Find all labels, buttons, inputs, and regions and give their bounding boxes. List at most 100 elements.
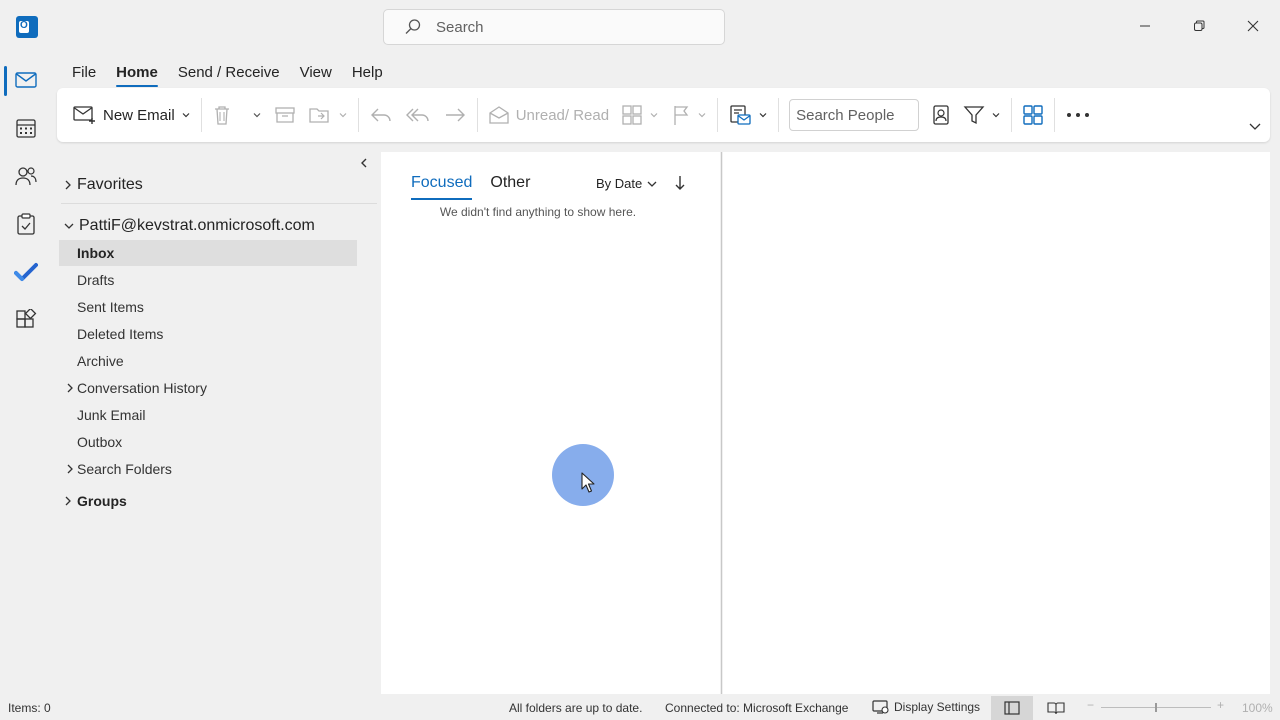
new-email-button[interactable]: New Email xyxy=(67,96,197,134)
restore-icon[interactable] xyxy=(1172,0,1226,52)
minimize-icon[interactable] xyxy=(1118,0,1172,52)
ribbon-expand-chevron[interactable] xyxy=(1248,118,1262,136)
groups-node[interactable]: Groups xyxy=(63,493,127,509)
zoom-out-icon[interactable]: − xyxy=(1087,698,1094,712)
normal-view-button[interactable] xyxy=(991,696,1033,720)
reading-view-button[interactable] xyxy=(1035,696,1077,720)
chevron-down-icon[interactable] xyxy=(338,110,348,120)
sort-by-dropdown[interactable]: By Date xyxy=(596,176,658,191)
reply-button[interactable] xyxy=(363,96,399,134)
tab-view[interactable]: View xyxy=(290,60,342,87)
tab-send-receive[interactable]: Send / Receive xyxy=(168,60,290,87)
tab-help[interactable]: Help xyxy=(342,60,393,87)
rail-people[interactable] xyxy=(0,152,52,200)
close-icon[interactable] xyxy=(1226,0,1280,52)
unread-read-button[interactable]: Unread/ Read xyxy=(482,96,615,134)
chevron-left-icon xyxy=(361,158,367,168)
tab-other[interactable]: Other xyxy=(490,174,530,200)
rail-mail[interactable] xyxy=(0,56,52,104)
get-add-ins-button[interactable] xyxy=(1016,96,1050,134)
chevron-right-icon[interactable] xyxy=(65,463,75,475)
address-book-icon xyxy=(933,105,949,125)
zoom-in-icon[interactable]: + xyxy=(1217,698,1224,712)
display-settings-label: Display Settings xyxy=(894,700,981,714)
add-ins-icon xyxy=(1023,105,1043,125)
filter-email-button[interactable] xyxy=(957,96,1007,134)
rules-button[interactable] xyxy=(722,96,774,134)
delete-icon xyxy=(214,106,229,125)
categorize-icon xyxy=(622,105,642,125)
chevron-down-icon[interactable] xyxy=(697,110,707,120)
ribbon-divider xyxy=(1011,98,1013,132)
display-settings-button[interactable]: Display Settings xyxy=(872,699,980,715)
more-options-button[interactable] xyxy=(1059,96,1097,134)
folder-inbox[interactable]: Inbox xyxy=(59,240,357,266)
search-placeholder: Search xyxy=(436,18,484,36)
zoom-level: 100% xyxy=(1242,701,1273,715)
address-book-button[interactable] xyxy=(925,96,957,134)
arrow-down-icon xyxy=(675,176,685,190)
account-node[interactable]: PattiF@kevstrat.onmicrosoft.com xyxy=(63,217,315,235)
chevron-down-icon[interactable] xyxy=(252,110,262,120)
move-button[interactable] xyxy=(302,96,354,134)
sort-direction-button[interactable] xyxy=(673,174,687,197)
delete-button[interactable] xyxy=(206,96,268,134)
chevron-down-icon xyxy=(647,181,657,187)
apps-icon xyxy=(16,309,37,328)
empty-list-message: We didn't find anything to show here. xyxy=(439,205,637,219)
pane-divider[interactable] xyxy=(721,152,722,694)
status-bar: Items: 0 All folders are up to date. Con… xyxy=(0,696,1280,720)
folder-deleted-items[interactable]: Deleted Items xyxy=(59,321,357,347)
rail-apps[interactable] xyxy=(0,296,52,344)
collapse-pane-button[interactable] xyxy=(359,156,369,174)
reading-view-icon xyxy=(1047,702,1065,715)
folder-junk-email[interactable]: Junk Email xyxy=(59,402,357,428)
chevron-down-icon[interactable] xyxy=(649,110,659,120)
ribbon-divider xyxy=(357,98,359,132)
new-email-label: New Email xyxy=(103,106,175,124)
menu-tabs: File Home Send / Receive View Help xyxy=(62,60,393,87)
forward-button[interactable] xyxy=(437,96,473,134)
favorites-node[interactable]: Favorites xyxy=(63,176,143,194)
reply-all-icon xyxy=(405,108,429,122)
outlook-app-icon xyxy=(16,16,38,38)
chevron-down-icon[interactable] xyxy=(758,110,768,120)
folder-drafts[interactable]: Drafts xyxy=(59,267,357,293)
reply-all-button[interactable] xyxy=(399,96,437,134)
chevron-right-icon[interactable] xyxy=(65,382,75,394)
ribbon-toolbar: New Email Unread/ Read Search People xyxy=(57,88,1270,142)
rail-todo[interactable] xyxy=(0,248,52,296)
tab-file[interactable]: File xyxy=(62,60,106,87)
chevron-right-icon xyxy=(65,180,71,190)
more-icon xyxy=(1067,113,1090,117)
follow-up-button[interactable] xyxy=(665,96,713,134)
folder-outbox[interactable]: Outbox xyxy=(59,429,357,455)
folder-sent-items[interactable]: Sent Items xyxy=(59,294,357,320)
global-search-box[interactable]: Search xyxy=(383,9,725,45)
ribbon-divider xyxy=(476,98,478,132)
zoom-slider-thumb[interactable] xyxy=(1155,703,1157,712)
folder-search-folders[interactable]: Search Folders xyxy=(59,456,357,482)
archive-button[interactable] xyxy=(268,96,302,134)
calendar-icon xyxy=(16,119,36,138)
tab-home[interactable]: Home xyxy=(106,60,168,87)
folder-archive[interactable]: Archive xyxy=(59,348,357,374)
todo-check-icon xyxy=(14,263,38,281)
tasks-icon xyxy=(17,213,35,235)
forward-icon xyxy=(445,108,465,122)
account-label: PattiF@kevstrat.onmicrosoft.com xyxy=(79,217,315,234)
rail-tasks[interactable] xyxy=(0,200,52,248)
categorize-button[interactable] xyxy=(615,96,665,134)
rail-calendar[interactable] xyxy=(0,104,52,152)
reply-icon xyxy=(370,108,391,122)
items-count: Items: 0 xyxy=(8,701,51,715)
folder-conversation-history[interactable]: Conversation History xyxy=(59,375,357,401)
mouse-cursor-icon xyxy=(581,472,595,493)
groups-label: Groups xyxy=(77,493,127,509)
chevron-down-icon[interactable] xyxy=(181,110,191,120)
chevron-down-icon[interactable] xyxy=(991,110,1001,120)
tab-focused[interactable]: Focused xyxy=(411,174,473,200)
mail-icon xyxy=(15,72,37,88)
search-people-input[interactable]: Search People xyxy=(789,99,920,131)
reading-pane xyxy=(723,152,1270,694)
